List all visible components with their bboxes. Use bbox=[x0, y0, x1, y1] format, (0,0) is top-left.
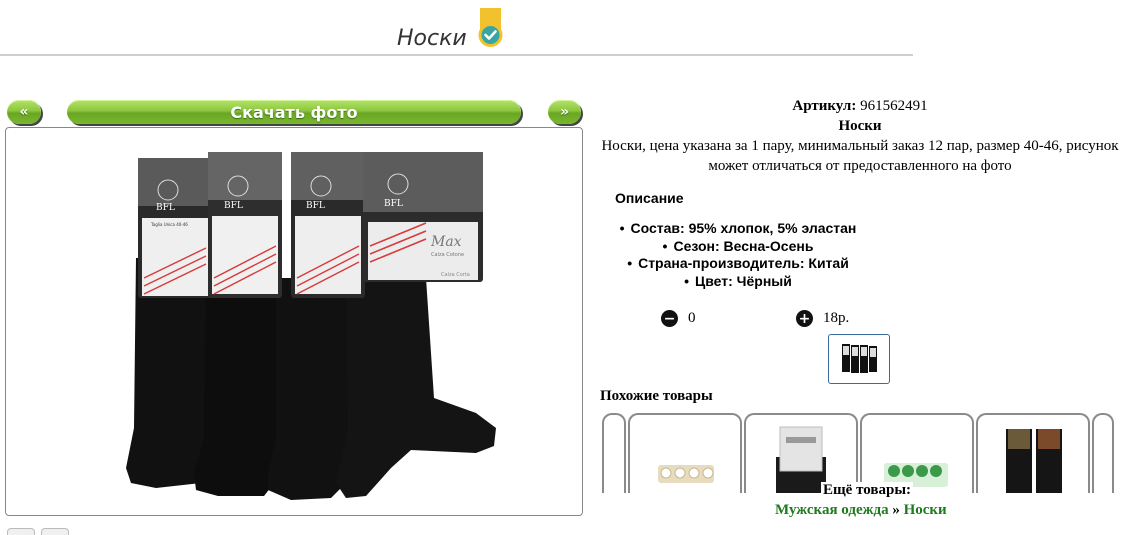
similar-card[interactable] bbox=[1092, 413, 1114, 493]
plus-icon[interactable]: + bbox=[796, 310, 813, 327]
similar-card[interactable] bbox=[602, 413, 626, 493]
article-value: 961562491 bbox=[860, 98, 928, 114]
product-photo[interactable]: BFL Taglia Unica 40-46 BFL BFL Max Calza… bbox=[5, 127, 583, 516]
more-products-heading: Ещё товары: bbox=[821, 482, 914, 499]
verified-badge-icon bbox=[478, 8, 503, 47]
product-name: Носки bbox=[838, 118, 882, 134]
tag-max-label: Max bbox=[430, 234, 462, 250]
similar-card[interactable] bbox=[976, 413, 1090, 493]
breadcrumb-link-category[interactable]: Мужская одежда bbox=[775, 502, 889, 518]
tag-calza-label: Calza Corta bbox=[441, 272, 470, 278]
tag-brand-2: BFL bbox=[224, 201, 243, 211]
header-divider bbox=[0, 54, 913, 56]
breadcrumb-link-subcategory[interactable]: Носки bbox=[904, 502, 947, 518]
spec-item: Страна-производитель: Китай bbox=[600, 255, 876, 273]
photo-thumbnail[interactable] bbox=[828, 334, 890, 384]
prev-photo-button[interactable]: « bbox=[7, 100, 41, 124]
tag-max-sub: Calza Cotone bbox=[431, 252, 464, 258]
socks-illustration: BFL Taglia Unica 40-46 BFL BFL Max Calza… bbox=[126, 152, 496, 500]
next-photo-button[interactable]: » bbox=[548, 100, 581, 124]
tag-brand-1: BFL bbox=[156, 203, 175, 213]
price-value: 18р. bbox=[823, 310, 850, 326]
socks-thumbnail-image bbox=[842, 344, 877, 373]
quantity-value: 0 bbox=[688, 310, 696, 326]
share-icon[interactable] bbox=[7, 528, 35, 535]
product-image bbox=[658, 465, 714, 483]
product-summary: Носки, цена указана за 1 пару, минимальн… bbox=[601, 138, 1119, 174]
product-info: Артикул: 961562491 Носки Носки, цена ука… bbox=[600, 96, 1120, 176]
share-icons bbox=[7, 528, 69, 535]
tag-brand-4: BFL bbox=[384, 199, 403, 209]
article-label: Артикул: bbox=[792, 98, 857, 114]
product-image bbox=[1006, 429, 1062, 493]
spec-list: Состав: 95% хлопок, 5% эластан Сезон: Ве… bbox=[600, 220, 876, 290]
price-control: + 18р. bbox=[796, 310, 849, 327]
spec-item: Состав: 95% хлопок, 5% эластан bbox=[600, 220, 876, 238]
page-title: Носки bbox=[397, 26, 467, 51]
tag-size-1: Taglia Unica 40-46 bbox=[150, 222, 188, 227]
spec-item: Цвет: Чёрный bbox=[600, 273, 876, 291]
download-photo-button[interactable]: Скачать фото bbox=[67, 100, 521, 124]
similar-heading: Похожие товары bbox=[600, 388, 713, 404]
similar-card[interactable] bbox=[628, 413, 742, 493]
description-heading: Описание bbox=[615, 190, 684, 206]
similar-card[interactable] bbox=[744, 413, 858, 493]
breadcrumb-separator: » bbox=[892, 502, 900, 518]
quantity-control: − 0 bbox=[661, 310, 696, 327]
similar-card[interactable] bbox=[860, 413, 974, 493]
tag-brand-3: BFL bbox=[306, 201, 325, 211]
breadcrumb: Мужская одежда » Носки bbox=[775, 502, 947, 519]
share-icon[interactable] bbox=[41, 528, 69, 535]
minus-icon[interactable]: − bbox=[661, 310, 678, 327]
spec-item: Сезон: Весна-Осень bbox=[600, 238, 876, 256]
